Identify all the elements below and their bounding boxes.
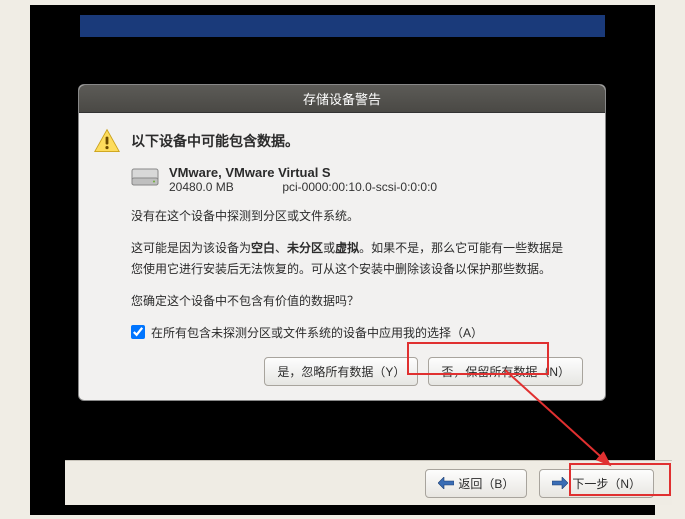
- hard-disk-icon: [131, 167, 159, 187]
- device-size: 20480.0 MB: [169, 180, 279, 194]
- arrow-left-icon: [438, 477, 454, 489]
- storage-warning-dialog: 存储设备警告 以下设备中可能包含数据。 VMware, VMware Virtu…: [78, 84, 606, 401]
- apply-all-checkbox[interactable]: [131, 325, 145, 339]
- back-button[interactable]: 返回（B）: [425, 469, 527, 498]
- arrow-right-icon: [552, 477, 568, 489]
- next-button[interactable]: 下一步（N）: [539, 469, 654, 498]
- apply-all-label: 在所有包含未探测分区或文件系统的设备中应用我的选择（A）: [151, 324, 483, 341]
- back-label: 返回（B）: [458, 475, 514, 492]
- para-explanation: 这可能是因为该设备为空白、未分区或虚拟。如果不是，那么它可能有一些数据是您使用它…: [131, 238, 571, 279]
- keep-data-button[interactable]: 否，保留所有数据（N）: [428, 357, 583, 386]
- discard-data-button[interactable]: 是，忽略所有数据（Y）: [264, 357, 418, 386]
- device-name: VMware, VMware Virtual S: [169, 165, 437, 180]
- dialog-title: 存储设备警告: [79, 85, 605, 113]
- next-label: 下一步（N）: [572, 475, 641, 492]
- wizard-nav-bar: 返回（B） 下一步（N）: [65, 460, 672, 505]
- warning-icon: [93, 127, 121, 155]
- para-confirm: 您确定这个设备中不包含有价值的数据吗？: [131, 291, 571, 311]
- para-not-detected: 没有在这个设备中探测到分区或文件系统。: [131, 206, 571, 226]
- installer-banner: [80, 15, 605, 37]
- device-path: pci-0000:00:10.0-scsi-0:0:0:0: [282, 180, 437, 194]
- dialog-heading: 以下设备中可能包含数据。: [131, 131, 299, 151]
- device-entry: VMware, VMware Virtual S 20480.0 MB pci-…: [131, 165, 587, 194]
